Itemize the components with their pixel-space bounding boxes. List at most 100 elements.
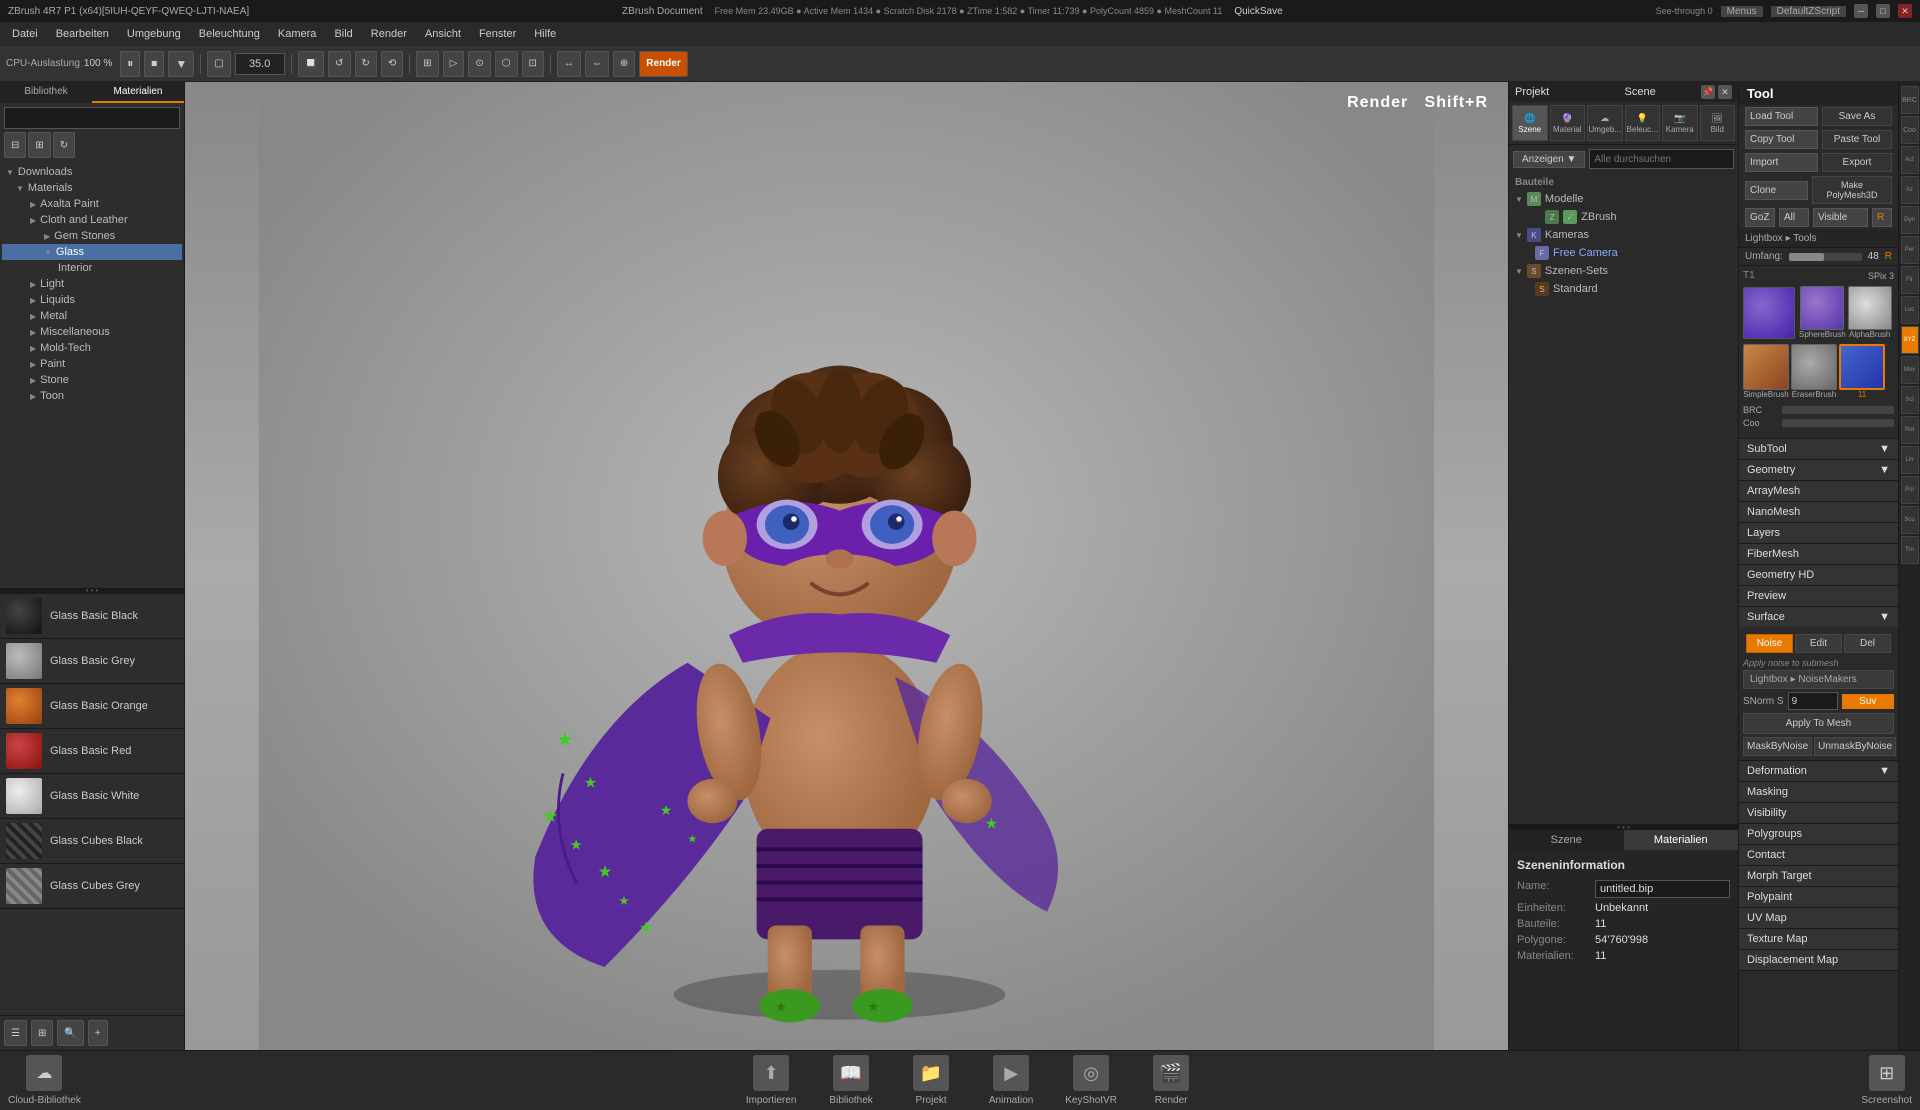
lightbox-noise-btn[interactable]: Lightbox ▸ NoiseMakers bbox=[1743, 670, 1894, 689]
scene-tree-modelle[interactable]: ▼ M Modelle bbox=[1511, 190, 1736, 208]
linefill-btn[interactable]: Lin bbox=[1901, 446, 1919, 474]
scene-icon-beleuc[interactable]: 💡 Beleuc... bbox=[1625, 105, 1661, 141]
scene-tree-sets[interactable]: ▼ S Szenen-Sets bbox=[1511, 262, 1736, 280]
nanomesh-header[interactable]: NanoMesh bbox=[1739, 502, 1898, 522]
quicksave-label[interactable]: QuickSave bbox=[1234, 6, 1282, 17]
make-polymesh-button[interactable]: Make PolyMesh3D bbox=[1812, 176, 1892, 204]
scene-icon-umgeb[interactable]: ☁ Umgeb... bbox=[1587, 105, 1623, 141]
unmaskbynoise-button[interactable]: UnmaskByNoise bbox=[1814, 737, 1896, 756]
material-item-grey[interactable]: Glass Basic Grey bbox=[0, 639, 184, 684]
maskbynoise-button[interactable]: MaskByNoise bbox=[1743, 737, 1812, 756]
minimize-button[interactable]: ─ bbox=[1854, 4, 1868, 18]
menu-render[interactable]: Render bbox=[363, 26, 415, 42]
polyf-btn[interactable]: Pol bbox=[1901, 476, 1919, 504]
snorm-input[interactable] bbox=[1788, 692, 1838, 710]
tree-glass[interactable]: ▼ Glass bbox=[2, 244, 182, 260]
umfang-slider[interactable] bbox=[1789, 253, 1862, 261]
scene-tree-freecam[interactable]: F Free Camera bbox=[1511, 244, 1736, 262]
xyz-btn[interactable]: XYZ bbox=[1901, 326, 1919, 354]
uv-map-header[interactable]: UV Map bbox=[1739, 908, 1898, 928]
render-viewport-label[interactable]: Render Shift+R bbox=[1347, 94, 1488, 112]
tree-metal[interactable]: ▶ Metal bbox=[2, 308, 182, 324]
contact-header[interactable]: Contact bbox=[1739, 845, 1898, 865]
scene-pin-btn[interactable]: 📌 bbox=[1701, 85, 1715, 99]
copy-tool-button[interactable]: Copy Tool bbox=[1745, 130, 1818, 149]
tb-btn-9[interactable]: ⊡ bbox=[522, 51, 544, 77]
maximize-button[interactable]: □ bbox=[1876, 4, 1890, 18]
noise-button[interactable]: Noise bbox=[1746, 634, 1793, 653]
actual-btn[interactable]: Act bbox=[1901, 146, 1919, 174]
sculp-btn[interactable]: Scu bbox=[1901, 506, 1919, 534]
geometry-hd-header[interactable]: Geometry HD bbox=[1739, 565, 1898, 585]
tree-axalta[interactable]: ▶ Axalta Paint bbox=[2, 196, 182, 212]
del-button[interactable]: Del bbox=[1844, 634, 1891, 653]
save-as-button[interactable]: Save As bbox=[1822, 107, 1892, 126]
tree-liquids[interactable]: ▶ Liquids bbox=[2, 292, 182, 308]
stop-button[interactable]: ⏹ bbox=[144, 51, 164, 77]
tree-downloads[interactable]: ▼ Downloads bbox=[2, 164, 182, 180]
visibility-header[interactable]: Visibility bbox=[1739, 803, 1898, 823]
anzeigen-button[interactable]: Anzeigen ▼ bbox=[1513, 151, 1585, 168]
projekt-button[interactable]: 📁 Projekt bbox=[891, 1052, 971, 1110]
render-top-btn[interactable]: Render bbox=[639, 51, 687, 77]
eraser-brush-item[interactable]: EraserBrush bbox=[1791, 344, 1837, 399]
sphere-brush-item[interactable]: SphereBrush bbox=[1799, 286, 1846, 339]
floor-btn[interactable]: Flr bbox=[1901, 266, 1919, 294]
coo-btn[interactable]: Coo bbox=[1901, 116, 1919, 144]
persp-btn[interactable]: Per bbox=[1901, 236, 1919, 264]
morph-target-header[interactable]: Morph Target bbox=[1739, 866, 1898, 886]
search-input[interactable] bbox=[4, 107, 180, 129]
deformation-header[interactable]: Deformation ▼ bbox=[1739, 761, 1898, 781]
clone-button[interactable]: Clone bbox=[1745, 181, 1808, 200]
geometry-header[interactable]: Geometry ▼ bbox=[1739, 460, 1898, 480]
alpha-brush-item[interactable]: AlphaBrush bbox=[1848, 286, 1892, 339]
tb-btn-12[interactable]: ⊕ bbox=[613, 51, 635, 77]
coo-track[interactable] bbox=[1782, 419, 1894, 427]
material-item-white[interactable]: Glass Basic White bbox=[0, 774, 184, 819]
scene-tree-zbr[interactable]: ▶ Z ✓ ZBrush bbox=[1511, 208, 1736, 226]
tb-btn-8[interactable]: ⬡ bbox=[495, 51, 518, 77]
azhat-btn[interactable]: Az bbox=[1901, 176, 1919, 204]
all-button[interactable]: All bbox=[1779, 208, 1809, 227]
menu-fenster[interactable]: Fenster bbox=[471, 26, 524, 42]
cloud-button[interactable]: ☁ Cloud-Bibliothek bbox=[8, 1055, 81, 1106]
material-item-orange[interactable]: Glass Basic Orange bbox=[0, 684, 184, 729]
tb-btn-3[interactable]: ↻ bbox=[355, 51, 377, 77]
polypaint-header[interactable]: Polypaint bbox=[1739, 887, 1898, 907]
tb-btn-1[interactable]: 🔲 bbox=[298, 51, 324, 77]
tb-btn-6[interactable]: ▷ bbox=[443, 51, 465, 77]
tree-gems[interactable]: ▶ Gem Stones bbox=[2, 228, 182, 244]
polygroups-header[interactable]: Polygroups bbox=[1739, 824, 1898, 844]
screenshot-button[interactable]: ⊞ Screenshot bbox=[1853, 1055, 1920, 1106]
keyshot-vr-button[interactable]: ◎ KeyShotVR bbox=[1051, 1052, 1131, 1110]
scene-icon-kamera[interactable]: 📷 Kamera bbox=[1662, 105, 1698, 141]
suv-button[interactable]: Suv bbox=[1842, 694, 1894, 709]
animation-button[interactable]: ▶ Animation bbox=[971, 1052, 1051, 1110]
material-item-black[interactable]: Glass Basic Black bbox=[0, 594, 184, 639]
move-btn[interactable]: Mov bbox=[1901, 356, 1919, 384]
tree-paint[interactable]: ▶ Paint bbox=[2, 356, 182, 372]
scene-icon-scene[interactable]: 🌐 Szene bbox=[1512, 105, 1548, 141]
current-material-preview[interactable] bbox=[1743, 287, 1795, 339]
brc-btn[interactable]: BRC bbox=[1901, 86, 1919, 114]
tree-cloth[interactable]: ▶ Cloth and Leather bbox=[2, 212, 182, 228]
tree-mold[interactable]: ▶ Mold-Tech bbox=[2, 340, 182, 356]
apply-mesh-button[interactable]: Apply To Mesh bbox=[1743, 713, 1894, 734]
masking-header[interactable]: Masking bbox=[1739, 782, 1898, 802]
menu-bearbeiten[interactable]: Bearbeiten bbox=[48, 26, 117, 42]
pause-button[interactable]: ⏸ bbox=[120, 51, 140, 77]
list-view-btn[interactable]: ☰ bbox=[4, 1020, 27, 1046]
menu-umgebung[interactable]: Umgebung bbox=[119, 26, 189, 42]
menu-datei[interactable]: Datei bbox=[4, 26, 46, 42]
tree-expand-btn[interactable]: ⊞ bbox=[28, 132, 50, 158]
tb-btn-10[interactable]: ↔ bbox=[557, 51, 581, 77]
material-item-red[interactable]: Glass Basic Red bbox=[0, 729, 184, 774]
menu-bild[interactable]: Bild bbox=[326, 26, 360, 42]
tb-btn-4[interactable]: ⟲ bbox=[381, 51, 403, 77]
close-button[interactable]: ✕ bbox=[1898, 4, 1912, 18]
texture-map-header[interactable]: Texture Map bbox=[1739, 929, 1898, 949]
tree-misc[interactable]: ▶ Miscellaneous bbox=[2, 324, 182, 340]
import-button[interactable]: Import bbox=[1745, 153, 1818, 172]
arraymesh-header[interactable]: ArrayMesh bbox=[1739, 481, 1898, 501]
tree-materials[interactable]: ▼ Materials bbox=[2, 180, 182, 196]
